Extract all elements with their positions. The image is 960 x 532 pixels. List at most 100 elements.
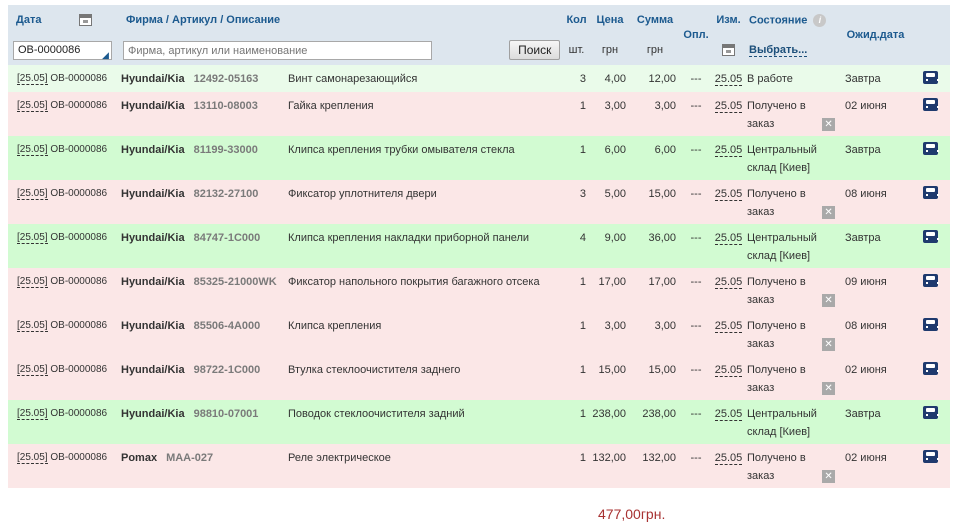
changed-date[interactable]: 25.05 bbox=[714, 364, 743, 377]
car-icon[interactable] bbox=[922, 71, 939, 84]
quantity: 3 bbox=[579, 73, 587, 85]
date-link[interactable]: [25.05] bbox=[17, 452, 48, 464]
date-link[interactable]: [25.05] bbox=[17, 364, 48, 376]
state-cell: Центральный склад [Киев] bbox=[745, 136, 842, 180]
date-cell: [25.05] OB-0000086 bbox=[8, 136, 118, 180]
close-icon[interactable]: ✕ bbox=[822, 206, 836, 219]
date-link[interactable]: [25.05] bbox=[17, 408, 48, 420]
price: 132,00 bbox=[592, 452, 627, 464]
sum-cell: 132,00 bbox=[630, 444, 681, 488]
search-button[interactable]: Поиск bbox=[509, 39, 561, 60]
car-icon[interactable] bbox=[922, 186, 939, 199]
car-icon[interactable] bbox=[922, 362, 939, 375]
qty-unit-label: шт. bbox=[568, 44, 585, 56]
price: 6,00 bbox=[604, 144, 627, 156]
price-unit: грн bbox=[590, 35, 631, 65]
changed-date[interactable]: 25.05 bbox=[714, 276, 743, 289]
changed-date[interactable]: 25.05 bbox=[714, 73, 743, 86]
price-header: Цена bbox=[590, 5, 631, 35]
calendar-icon[interactable] bbox=[722, 44, 736, 57]
description-cell: Реле электрическое bbox=[288, 444, 564, 488]
search-input[interactable] bbox=[123, 41, 432, 61]
article-number[interactable]: 85325-21000WK bbox=[194, 276, 277, 288]
car-icon[interactable] bbox=[922, 274, 939, 287]
changed-date[interactable]: 25.05 bbox=[714, 452, 743, 465]
brand-name: Hyundai/Kia bbox=[121, 364, 185, 376]
changed-date[interactable]: 25.05 bbox=[714, 188, 743, 201]
wait-date: 09 июня bbox=[845, 276, 887, 288]
price-cell: 15,00 bbox=[590, 356, 631, 400]
price-cell: 9,00 bbox=[590, 224, 631, 268]
wait-header: Ожид.дата bbox=[841, 5, 911, 65]
qty-cell: 3 bbox=[563, 65, 591, 92]
changed-date[interactable]: 25.05 bbox=[714, 232, 743, 245]
car-icon[interactable] bbox=[922, 318, 939, 331]
article-number[interactable]: 13110-08003 bbox=[194, 100, 258, 112]
car-icon[interactable] bbox=[922, 406, 939, 419]
brand-name: Pomax bbox=[121, 452, 158, 464]
wait-date: Завтра bbox=[845, 408, 881, 420]
date-cell: [25.05] OB-0000086 bbox=[8, 444, 118, 488]
car-icon[interactable] bbox=[922, 142, 939, 155]
changed-date[interactable]: 25.05 bbox=[714, 408, 743, 421]
state: Центральный склад [Киев] bbox=[747, 408, 817, 438]
changed-header-label: Изм. bbox=[716, 14, 741, 26]
article-number[interactable]: 81199-33000 bbox=[194, 144, 258, 156]
sum-cell: 15,00 bbox=[630, 356, 681, 400]
date-link[interactable]: [25.05] bbox=[17, 320, 48, 332]
paid: --- bbox=[690, 320, 702, 332]
price-cell: 238,00 bbox=[590, 400, 631, 444]
table-row: [25.05] OB-0000086 Hyundai/Kia 84747-1C000… bbox=[8, 224, 951, 268]
article-number[interactable]: 84747-1C000 bbox=[194, 232, 261, 244]
close-icon[interactable]: ✕ bbox=[822, 338, 836, 351]
changed-cell: 25.05 bbox=[712, 356, 746, 400]
info-icon[interactable]: i bbox=[813, 13, 827, 27]
action-cell bbox=[910, 312, 951, 356]
state-choose-link[interactable]: Выбрать... bbox=[749, 44, 808, 57]
date-cell: [25.05] OB-0000086 bbox=[8, 65, 118, 92]
changed-date[interactable]: 25.05 bbox=[714, 320, 743, 333]
brand-cell: Hyundai/Kia 84747-1C000 bbox=[118, 224, 288, 268]
changed-date[interactable]: 25.05 bbox=[714, 144, 743, 157]
state-header: Состояние i bbox=[745, 5, 842, 35]
close-icon[interactable]: ✕ bbox=[822, 118, 836, 131]
order-number-input[interactable] bbox=[13, 40, 112, 60]
car-icon[interactable] bbox=[922, 450, 939, 463]
orders-panel: Дата Фирма / Артикул / Описание Кол Цена… bbox=[8, 5, 951, 488]
date-link[interactable]: [25.05] bbox=[17, 276, 48, 288]
close-icon[interactable]: ✕ bbox=[822, 470, 836, 483]
date-cell: [25.05] OB-0000086 bbox=[8, 180, 118, 224]
action-cell bbox=[910, 224, 951, 268]
table-row: [25.05] OB-0000086 Hyundai/Kia 98722-1C000… bbox=[8, 356, 951, 400]
qty-cell: 3 bbox=[563, 180, 591, 224]
close-icon[interactable]: ✕ bbox=[822, 382, 836, 395]
price-header-label: Цена bbox=[596, 14, 624, 26]
article-number[interactable]: 82132-27100 bbox=[194, 188, 259, 200]
article-number[interactable]: 12492-05163 bbox=[194, 73, 259, 85]
date-link[interactable]: [25.05] bbox=[17, 188, 48, 200]
brand-cell: Hyundai/Kia 85325-21000WK bbox=[118, 268, 288, 312]
article-number[interactable]: 85506-4A000 bbox=[194, 320, 261, 332]
changed-cell: 25.05 bbox=[712, 268, 746, 312]
date-link[interactable]: [25.05] bbox=[17, 100, 48, 112]
car-icon[interactable] bbox=[922, 230, 939, 243]
wait-date: 08 июня bbox=[845, 320, 887, 332]
wait-cell: Завтра bbox=[841, 136, 911, 180]
date-link[interactable]: [25.05] bbox=[17, 73, 48, 85]
changed-date[interactable]: 25.05 bbox=[714, 100, 743, 113]
article-number[interactable]: MAA-027 bbox=[166, 452, 213, 464]
car-icon[interactable] bbox=[922, 98, 939, 111]
date-link[interactable]: [25.05] bbox=[17, 144, 48, 156]
description-cell: Клипса крепления bbox=[288, 312, 564, 356]
close-icon[interactable]: ✕ bbox=[822, 294, 836, 307]
brand-cell: Hyundai/Kia 13110-08003 bbox=[118, 92, 288, 136]
paid-cell: --- bbox=[680, 356, 713, 400]
table-row: [25.05] OB-0000086 Hyundai/Kia 81199-33000… bbox=[8, 136, 951, 180]
sum: 15,00 bbox=[648, 364, 677, 376]
description-cell: Поводок стеклоочистителя задний bbox=[288, 400, 564, 444]
article-number[interactable]: 98810-07001 bbox=[194, 408, 259, 420]
calendar-icon[interactable] bbox=[78, 14, 92, 27]
date-link[interactable]: [25.05] bbox=[17, 232, 48, 244]
article-number[interactable]: 98722-1C000 bbox=[194, 364, 261, 376]
changed-filter bbox=[712, 35, 746, 65]
